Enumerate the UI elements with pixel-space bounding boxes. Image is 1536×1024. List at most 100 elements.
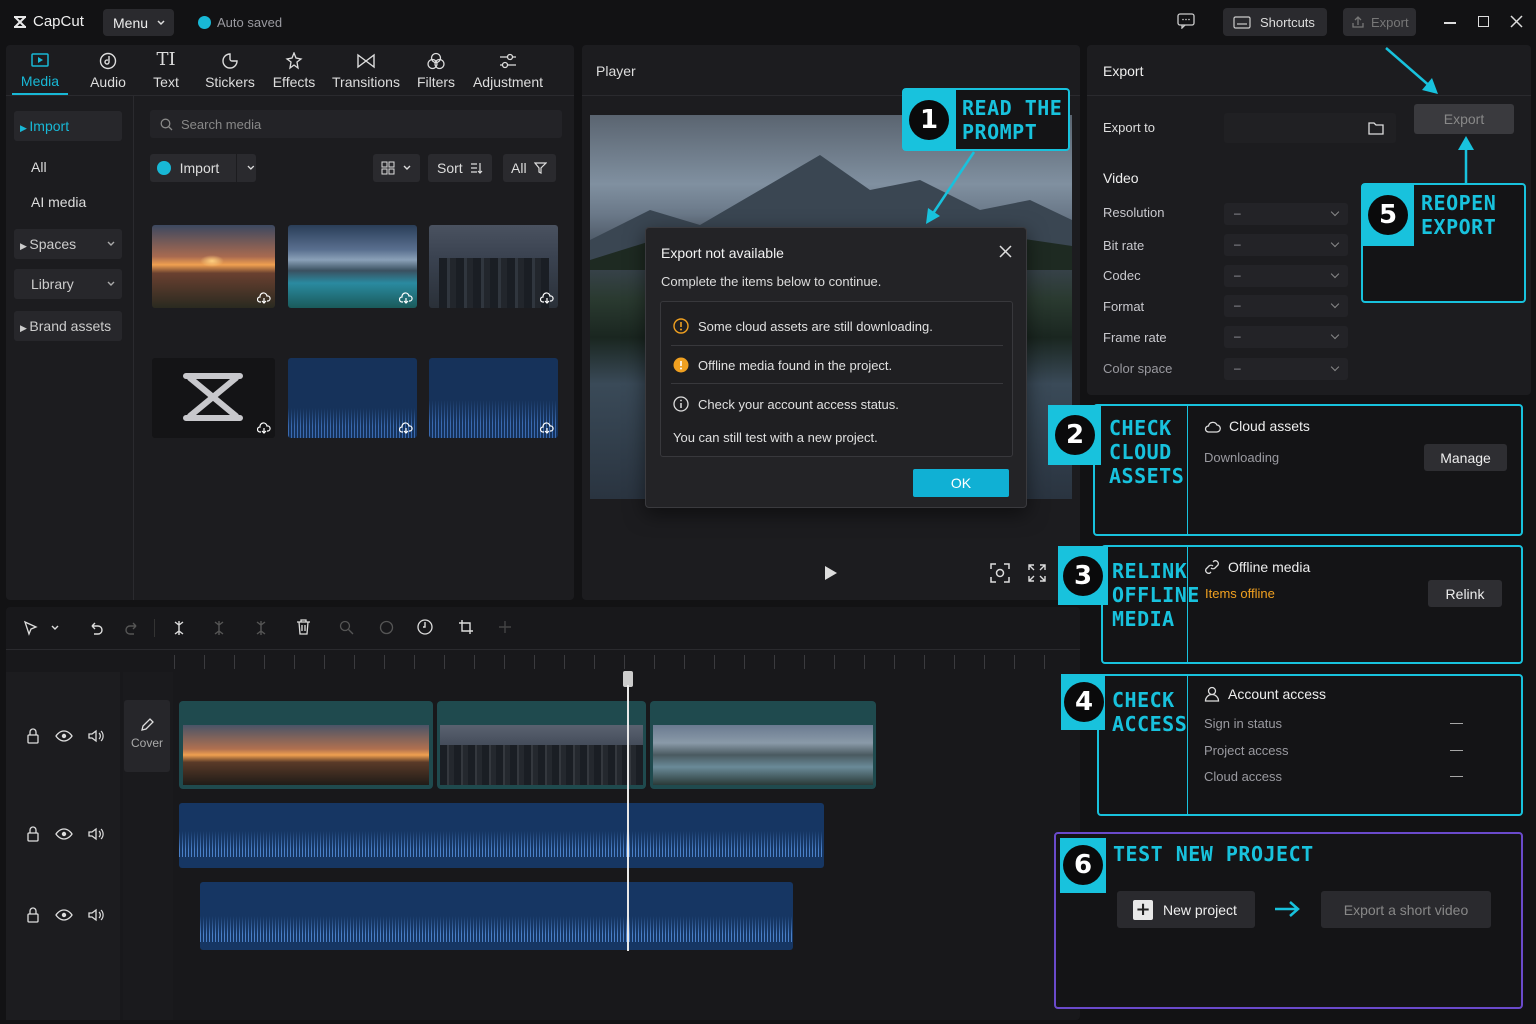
split-left-icon[interactable] xyxy=(212,620,226,636)
manage-button-label: Manage xyxy=(1440,449,1491,466)
split-right-icon[interactable] xyxy=(254,620,268,636)
media-thumb-audio-1[interactable] xyxy=(288,358,417,438)
tab-stickers[interactable]: Stickers xyxy=(202,49,258,90)
lock-icon[interactable] xyxy=(26,907,40,923)
screenshot-icon[interactable] xyxy=(990,563,1010,583)
delete-icon[interactable] xyxy=(296,619,311,635)
search-input[interactable]: Search media xyxy=(150,110,562,138)
export-top-button[interactable]: Export xyxy=(1343,8,1416,36)
keyboard-icon xyxy=(1233,15,1251,29)
sidebar-item-import[interactable]: ▶ Import xyxy=(14,111,122,141)
feedback-icon[interactable] xyxy=(1177,13,1195,29)
setting-codec-value: – xyxy=(1234,268,1241,282)
capcut-logo-icon xyxy=(14,15,26,28)
sidebar-item-all[interactable]: All xyxy=(31,159,47,175)
setting-format-select[interactable]: – xyxy=(1224,295,1348,317)
setting-framerate-select[interactable]: – xyxy=(1224,326,1348,348)
menu-button[interactable]: Menu xyxy=(103,9,174,36)
dialog-note: You can still test with a new project. xyxy=(673,430,878,445)
fullscreen-icon[interactable] xyxy=(1028,564,1046,582)
lock-icon[interactable] xyxy=(26,826,40,842)
tab-transitions[interactable]: Transitions xyxy=(330,49,402,90)
setting-colorspace-select[interactable]: – xyxy=(1224,358,1348,380)
tab-effects[interactable]: Effects xyxy=(268,49,320,90)
callout-6-title: TEST NEW PROJECT xyxy=(1113,842,1314,866)
tab-audio[interactable]: Audio xyxy=(82,49,134,90)
video-clip-mountain[interactable] xyxy=(650,701,876,789)
tab-adjustment[interactable]: Adjustment xyxy=(470,49,546,90)
video-clip-sunset[interactable] xyxy=(179,701,433,789)
search-clip-icon[interactable] xyxy=(339,620,354,635)
media-thumb-sunset[interactable] xyxy=(152,225,275,308)
magic-icon[interactable] xyxy=(498,620,512,634)
folder-icon[interactable] xyxy=(1368,121,1384,135)
lock-icon[interactable] xyxy=(26,728,40,744)
minimize-icon[interactable] xyxy=(1444,22,1456,24)
tab-media[interactable]: Media xyxy=(12,49,68,95)
filter-all-label: All xyxy=(511,160,527,176)
speed-icon[interactable] xyxy=(417,619,433,635)
video-clip-city[interactable] xyxy=(437,701,646,789)
volume-icon[interactable] xyxy=(88,908,104,922)
eye-icon[interactable] xyxy=(55,730,73,742)
callout-1-arrow xyxy=(926,151,976,224)
callout-4-line2: ACCESS xyxy=(1112,712,1188,736)
eye-icon[interactable] xyxy=(55,909,73,921)
play-icon[interactable] xyxy=(824,565,838,581)
sidebar-item-library[interactable]: Library xyxy=(14,269,122,299)
crop-icon[interactable] xyxy=(458,619,474,635)
sidebar-item-spaces[interactable]: ▶ Spaces xyxy=(14,229,122,259)
tab-filters[interactable]: Filters xyxy=(414,49,458,90)
stickers-icon xyxy=(222,53,238,69)
sort-button[interactable]: Sort xyxy=(428,154,492,182)
export-path-field[interactable] xyxy=(1224,113,1396,143)
eye-icon[interactable] xyxy=(55,828,73,840)
relink-button[interactable]: Relink xyxy=(1428,580,1502,607)
transitions-icon xyxy=(357,53,375,69)
filter-all-button[interactable]: All xyxy=(503,154,556,182)
audio-clip-2[interactable] xyxy=(200,882,793,950)
media-thumb-mountain-lake[interactable] xyxy=(288,225,417,308)
warning-filled-icon xyxy=(673,357,689,373)
view-toggle-button[interactable] xyxy=(373,154,420,182)
playhead-line[interactable] xyxy=(627,685,629,951)
dialog-title: Export not available xyxy=(661,245,784,261)
media-thumb-audio-2[interactable] xyxy=(429,358,558,438)
tab-text[interactable]: TI Text xyxy=(146,49,186,90)
close-window-icon[interactable] xyxy=(1510,15,1523,28)
chevron-down-icon[interactable] xyxy=(50,623,60,633)
mask-icon[interactable] xyxy=(379,620,394,635)
callout-2-line2: CLOUD xyxy=(1109,440,1172,464)
export-short-video-button[interactable]: Export a short video xyxy=(1321,891,1491,928)
tab-divider xyxy=(6,95,574,96)
setting-bitrate-select[interactable]: – xyxy=(1224,234,1348,256)
sidebar-item-brand-assets[interactable]: ▶ Brand assets xyxy=(14,311,122,341)
redo-icon[interactable] xyxy=(124,620,140,636)
close-icon[interactable] xyxy=(999,245,1012,258)
relink-button-label: Relink xyxy=(1445,585,1485,602)
split-icon[interactable] xyxy=(172,620,186,636)
media-thumb-capcut-logo[interactable] xyxy=(152,358,275,438)
import-button[interactable]: Import xyxy=(150,154,256,182)
city-skyline xyxy=(440,745,643,785)
volume-icon[interactable] xyxy=(88,827,104,841)
media-thumb-city[interactable] xyxy=(429,225,558,308)
city-skyline xyxy=(439,258,549,308)
callout-4-divider xyxy=(1187,676,1188,814)
undo-icon[interactable] xyxy=(88,620,104,636)
export-panel-button[interactable]: Export xyxy=(1414,104,1514,134)
setting-resolution-select[interactable]: – xyxy=(1224,203,1348,225)
setting-codec-select[interactable]: – xyxy=(1224,265,1348,287)
shortcuts-button[interactable]: Shortcuts xyxy=(1223,8,1327,36)
maximize-icon[interactable] xyxy=(1478,16,1489,27)
dialog-ok-button[interactable]: OK xyxy=(913,469,1009,497)
select-cursor-icon[interactable] xyxy=(23,620,39,636)
new-project-button[interactable]: + New project xyxy=(1117,891,1255,928)
sidebar-item-ai-media[interactable]: AI media xyxy=(31,194,86,210)
manage-button[interactable]: Manage xyxy=(1424,444,1507,471)
volume-icon[interactable] xyxy=(88,729,104,743)
audio-clip-1[interactable] xyxy=(179,803,824,868)
cover-button[interactable]: Cover xyxy=(124,700,170,772)
cloud-download-icon xyxy=(257,422,271,434)
callout-3-line2: OFFLINE xyxy=(1112,583,1200,607)
